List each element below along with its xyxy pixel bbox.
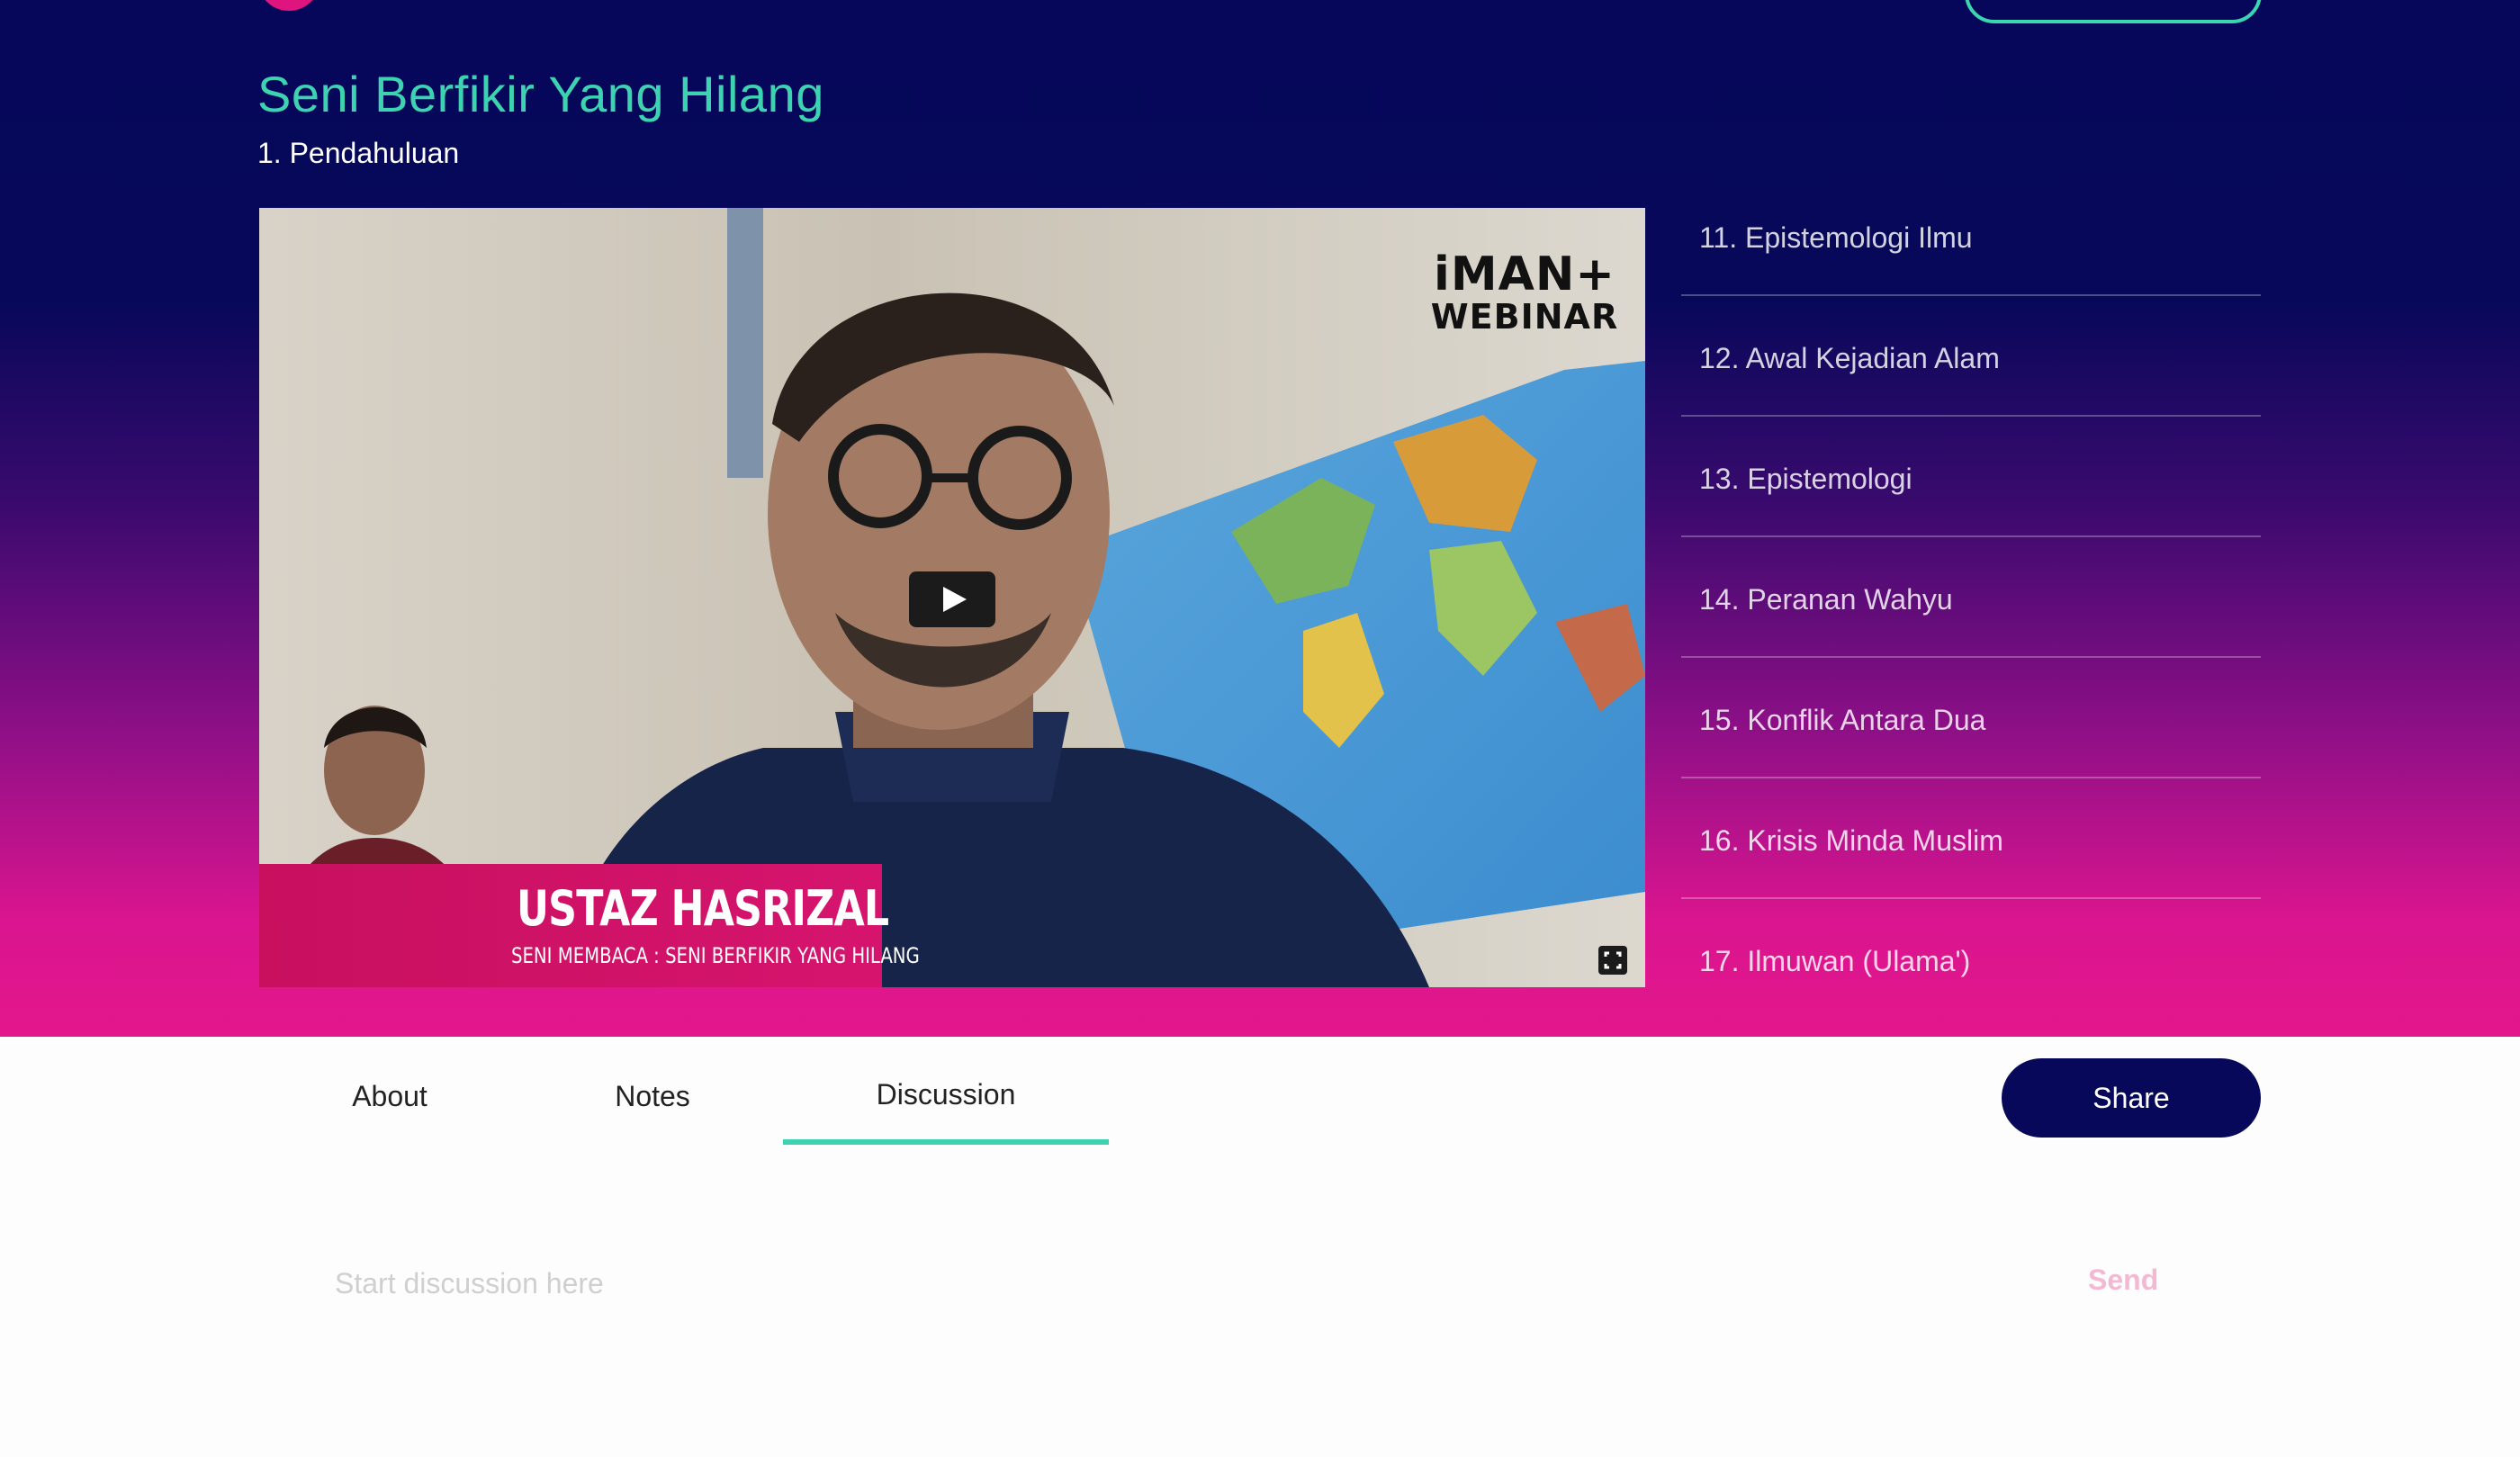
- playlist-item[interactable]: 16. Krisis Minda Muslim: [1681, 779, 2261, 899]
- presenter-name-plate: USTAZ HASRIZAL SENI MEMBACA : SENI BERFI…: [259, 864, 920, 987]
- discussion-input[interactable]: [333, 1260, 2011, 1307]
- presenter-caption: SENI MEMBACA : SENI BERFIKIR YANG HILANG: [511, 943, 920, 968]
- brand-watermark: iMAN+ WEBINAR: [1426, 251, 1624, 334]
- playlist-item[interactable]: 14. Peranan Wahyu: [1681, 538, 2261, 658]
- course-title: Seni Berfikir Yang Hilang: [257, 66, 824, 122]
- video-player[interactable]: iMAN+ WEBINAR USTAZ HASRIZAL SENI MEMBAC…: [259, 208, 1645, 987]
- share-button[interactable]: Share: [2002, 1058, 2261, 1138]
- tab-discussion[interactable]: Discussion: [783, 1037, 1109, 1145]
- playlist-item[interactable]: 12. Awal Kejadian Alam: [1681, 297, 2261, 417]
- fullscreen-icon[interactable]: [1598, 946, 1627, 975]
- tab-about[interactable]: About: [297, 1037, 482, 1139]
- brand-line-2: WEBINAR: [1430, 297, 1619, 337]
- top-nav-button[interactable]: [1965, 0, 2262, 23]
- tab-notes[interactable]: Notes: [560, 1037, 745, 1139]
- playlist-item[interactable]: 13. Epistemologi: [1681, 418, 2261, 537]
- lesson-subtitle: 1. Pendahuluan: [257, 137, 460, 169]
- playlist-item[interactable]: 11. Epistemologi Ilmu: [1681, 176, 2261, 296]
- playlist-item[interactable]: 17. Ilmuwan (Ulama'): [1681, 900, 2261, 992]
- brand-line-1: iMAN+: [1434, 247, 1616, 301]
- hero-banner: Seni Berfikir Yang Hilang 1. Pendahuluan: [0, 0, 2520, 1037]
- send-button[interactable]: Send: [2088, 1264, 2158, 1297]
- fullscreen-glyph: [1604, 951, 1622, 969]
- presenter-name: USTAZ HASRIZAL: [517, 880, 889, 937]
- logo[interactable]: [257, 0, 320, 11]
- playlist-item[interactable]: 15. Konflik Antara Dua: [1681, 659, 2261, 778]
- lesson-playlist: 11. Epistemologi Ilmu 12. Awal Kejadian …: [1681, 176, 2261, 992]
- play-icon[interactable]: [909, 571, 995, 627]
